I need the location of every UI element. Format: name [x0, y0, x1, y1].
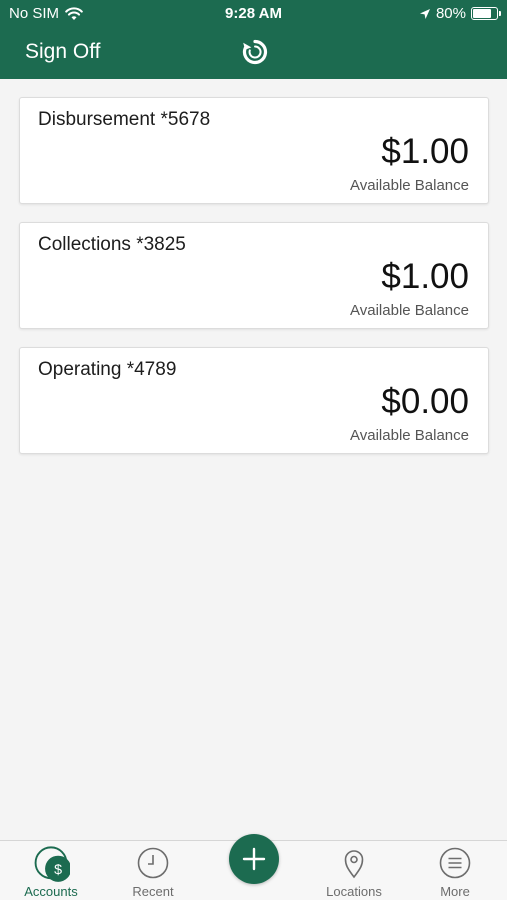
- clock-icon: [137, 847, 169, 879]
- tab-accounts[interactable]: $ Accounts: [6, 841, 96, 900]
- account-name: Operating *4789: [38, 359, 177, 380]
- tab-recent[interactable]: Recent: [108, 841, 198, 900]
- status-bar: No SIM 9:28 AM 80%: [0, 5, 507, 25]
- refresh-icon[interactable]: [240, 37, 270, 67]
- tab-more[interactable]: More: [410, 841, 500, 900]
- account-name: Disbursement *5678: [38, 109, 211, 130]
- accounts-icon: $: [34, 846, 70, 882]
- sign-off-button[interactable]: Sign Off: [25, 40, 101, 64]
- add-button[interactable]: [229, 834, 279, 884]
- account-balance: $1.00: [381, 132, 469, 171]
- tab-accounts-label: Accounts: [24, 884, 78, 899]
- account-balance: $0.00: [381, 382, 469, 421]
- battery-icon: [471, 7, 501, 20]
- tab-more-label: More: [440, 884, 470, 899]
- accounts-list: Disbursement *5678 $1.00 Available Balan…: [19, 97, 489, 472]
- tab-recent-label: Recent: [132, 884, 174, 899]
- battery-percent: 80%: [435, 5, 466, 22]
- app-header: No SIM 9:28 AM 80% Sign Off: [0, 0, 507, 79]
- location-arrow-icon: [419, 8, 430, 19]
- available-balance-label: Available Balance: [350, 427, 469, 444]
- account-name: Collections *3825: [38, 234, 186, 255]
- svg-text:$: $: [54, 862, 62, 878]
- account-card[interactable]: Disbursement *5678 $1.00 Available Balan…: [19, 97, 489, 204]
- account-balance: $1.00: [381, 257, 469, 296]
- account-card[interactable]: Collections *3825 $1.00 Available Balanc…: [19, 222, 489, 329]
- tab-locations-label: Locations: [326, 884, 382, 899]
- account-card[interactable]: Operating *4789 $0.00 Available Balance: [19, 347, 489, 454]
- menu-icon: [439, 847, 471, 879]
- battery-level: [473, 9, 491, 18]
- plus-icon: [242, 847, 266, 871]
- map-pin-icon: [344, 850, 364, 879]
- available-balance-label: Available Balance: [350, 302, 469, 319]
- available-balance-label: Available Balance: [350, 177, 469, 194]
- tab-locations[interactable]: Locations: [309, 841, 399, 900]
